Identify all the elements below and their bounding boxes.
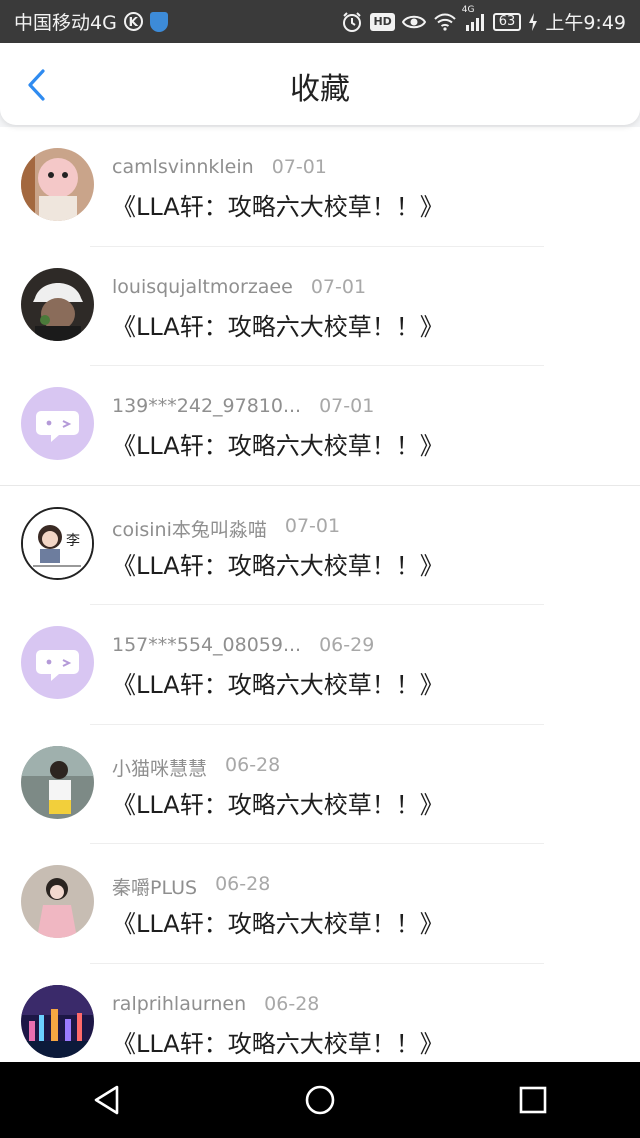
date: 07-01 <box>319 395 375 417</box>
date: 07-01 <box>271 156 327 178</box>
message-text: 《LLA轩：攻略六大校草！！》 <box>112 910 444 938</box>
network-type-label: 4G <box>461 4 475 15</box>
message-text: 《LLA轩：攻略六大校草！！》 <box>112 432 444 460</box>
username: 小猫咪慧慧 <box>112 757 208 780</box>
avatar[interactable] <box>21 745 94 819</box>
app-header: 收藏 <box>0 43 640 125</box>
date: 07-01 <box>310 275 367 298</box>
eye-icon <box>401 13 426 31</box>
circle-home-icon <box>305 1085 335 1115</box>
avatar[interactable] <box>21 387 94 460</box>
message-text: 《LLA轩：攻略六大校草！！》 <box>112 1029 444 1058</box>
status-bar-right: HD 4G 63 上午9:49 <box>341 5 626 35</box>
item-meta: camlsvinnklein 07-01 <box>112 156 327 178</box>
nav-back-button[interactable] <box>87 1080 127 1120</box>
wifi-icon <box>433 13 457 31</box>
list-item[interactable]: 小猫咪慧慧 06-28 《LLA轩：攻略六大校草！！》 <box>0 725 640 844</box>
svg-text:李: 李 <box>66 533 80 549</box>
clock-time: 上午9:49 <box>545 12 626 34</box>
avatar[interactable]: 李 <box>21 506 94 580</box>
list-item[interactable]: 157***554_08059... 06-29 《LLA轩：攻略六大校草！！》 <box>0 605 640 725</box>
battery-level: 63 <box>498 13 516 29</box>
item-meta: coisini本兔叫淼喵 07-01 <box>112 515 340 542</box>
hd-icon: HD <box>370 12 395 31</box>
date: 06-28 <box>225 753 281 776</box>
date: 06-28 <box>215 873 271 895</box>
message-text: 《LLA轩：攻略六大校草！！》 <box>112 671 444 699</box>
username: 139***242_97810... <box>112 395 302 417</box>
date: 06-29 <box>319 634 375 656</box>
list-item[interactable]: louisqujaltmorzaee 07-01 《LLA轩：攻略六大校草！！》 <box>0 247 640 366</box>
username: 秦嚼PLUS <box>112 877 198 899</box>
page-title: 收藏 <box>290 72 350 107</box>
date: 06-28 <box>264 992 320 1015</box>
alarm-icon <box>341 11 363 33</box>
message-text: 《LLA轩：攻略六大校草！！》 <box>112 193 444 221</box>
item-meta: 秦嚼PLUS 06-28 <box>112 873 270 900</box>
chat-bubble-icon <box>21 626 94 699</box>
list-item[interactable]: 秦嚼PLUS 06-28 《LLA轩：攻略六大校草！！》 <box>0 844 640 964</box>
message-text: 《LLA轩：攻略六大校草！！》 <box>112 790 444 819</box>
username: ralprihlaurnen <box>112 992 247 1015</box>
chat-bubble-icon <box>21 387 94 460</box>
avatar[interactable] <box>21 865 94 938</box>
avatar[interactable] <box>21 984 94 1058</box>
list-item[interactable]: 李 coisini本兔叫淼喵 07-01 《LLA轩：攻略六大校草！！》 <box>0 486 640 605</box>
status-bar: 中国移动4G K HD 4G 63 上午9:49 <box>0 0 640 43</box>
avatar[interactable] <box>21 626 94 699</box>
carrier-label: 中国移动4G <box>14 12 117 34</box>
avatar[interactable] <box>21 148 94 221</box>
message-text: 《LLA轩：攻略六大校草！！》 <box>112 551 444 580</box>
item-meta: ralprihlaurnen 06-28 <box>112 993 319 1015</box>
item-meta: 小猫咪慧慧 06-28 <box>112 754 280 781</box>
status-bar-left: 中国移动4G K <box>14 8 168 35</box>
nav-home-button[interactable] <box>300 1080 340 1120</box>
k-badge-icon: K <box>123 12 143 31</box>
square-recents-icon <box>520 1086 547 1114</box>
username: 157***554_08059... <box>112 634 302 656</box>
favorites-list: camlsvinnklein 07-01 《LLA轩：攻略六大校草！！》 lou… <box>0 127 640 1083</box>
item-meta: 157***554_08059... 06-29 <box>112 634 374 656</box>
message-text: 《LLA轩：攻略六大校草！！》 <box>112 312 444 341</box>
signal-icon: 4G <box>462 5 486 31</box>
item-meta: 139***242_97810... 07-01 <box>112 395 374 417</box>
list-item[interactable]: camlsvinnklein 07-01 《LLA轩：攻略六大校草！！》 <box>0 127 640 247</box>
username: louisqujaltmorzaee <box>112 275 293 298</box>
nav-recents-button[interactable] <box>513 1080 553 1120</box>
avatar[interactable] <box>21 267 94 341</box>
charging-icon <box>528 12 538 31</box>
triangle-back-icon <box>94 1085 118 1115</box>
system-nav-bar <box>0 1062 640 1138</box>
shield-icon <box>149 11 168 32</box>
list-item[interactable]: 139***242_97810... 07-01 《LLA轩：攻略六大校草！！》 <box>0 366 640 486</box>
username: camlsvinnklein <box>112 156 254 178</box>
date: 07-01 <box>284 514 341 537</box>
item-meta: louisqujaltmorzaee 07-01 <box>112 276 366 298</box>
battery-icon: 63 <box>492 12 522 31</box>
username: coisini本兔叫淼喵 <box>112 518 267 541</box>
